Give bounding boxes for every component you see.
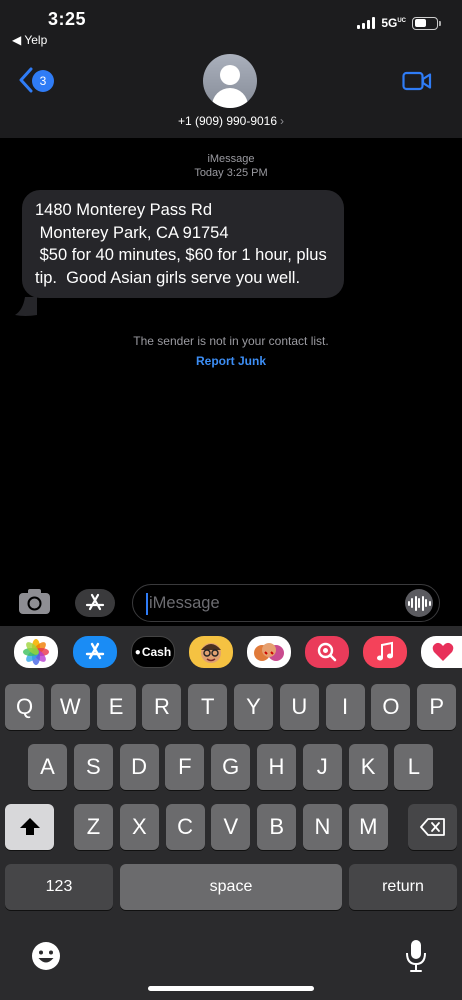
contact-name[interactable]: +1 (909) 990-9016 › bbox=[0, 114, 462, 128]
key-y[interactable]: Y bbox=[234, 684, 273, 730]
key-e[interactable]: E bbox=[96, 684, 136, 730]
chevron-right-icon: › bbox=[280, 114, 285, 128]
key-c[interactable]: C bbox=[165, 804, 205, 850]
key-a[interactable]: A bbox=[28, 744, 67, 790]
memoji-app-icon[interactable] bbox=[189, 636, 233, 668]
emoji-button[interactable] bbox=[30, 940, 62, 977]
key-p[interactable]: P bbox=[417, 684, 457, 730]
keyboard: ● Cash Q W E R T Y U I O P A S D F G H J… bbox=[0, 626, 462, 1000]
shift-arrow-icon bbox=[19, 818, 40, 835]
numbers-key[interactable]: 123 bbox=[5, 864, 113, 910]
key-v[interactable]: V bbox=[211, 804, 251, 850]
music-app-icon[interactable] bbox=[363, 636, 407, 668]
back-to-app-link[interactable]: ◀ Yelp bbox=[12, 33, 47, 47]
shift-key[interactable] bbox=[5, 804, 54, 850]
network-type: 5GUC bbox=[381, 16, 406, 30]
unread-badge[interactable]: 3 bbox=[32, 70, 54, 92]
key-l[interactable]: L bbox=[394, 744, 434, 790]
camera-button[interactable] bbox=[16, 586, 54, 623]
photos-app-icon[interactable] bbox=[14, 636, 58, 668]
key-k[interactable]: K bbox=[348, 744, 388, 790]
digital-touch-app-icon[interactable] bbox=[421, 636, 462, 668]
home-indicator[interactable] bbox=[148, 986, 314, 991]
imessage-apps-row: ● Cash bbox=[0, 636, 462, 672]
key-b[interactable]: B bbox=[257, 804, 297, 850]
status-time: 3:25 bbox=[48, 9, 87, 29]
key-q[interactable]: Q bbox=[5, 684, 44, 730]
app-store-button[interactable] bbox=[75, 589, 115, 617]
bubble-tail bbox=[15, 297, 37, 316]
backspace-icon bbox=[419, 818, 445, 836]
key-u[interactable]: U bbox=[279, 684, 319, 730]
key-x[interactable]: X bbox=[119, 804, 159, 850]
audio-message-button[interactable] bbox=[405, 589, 433, 617]
service-label: iMessage bbox=[207, 153, 255, 165]
key-r[interactable]: R bbox=[142, 684, 182, 730]
status-indicators: 5GUC bbox=[357, 16, 441, 30]
message-input[interactable]: iMessage bbox=[132, 584, 440, 622]
key-s[interactable]: S bbox=[73, 744, 113, 790]
key-z[interactable]: Z bbox=[74, 804, 113, 850]
message-input-placeholder: iMessage bbox=[149, 594, 220, 612]
space-key[interactable]: space bbox=[120, 864, 342, 910]
key-o[interactable]: O bbox=[371, 684, 411, 730]
message-meta: iMessage Today 3:25 PM bbox=[0, 152, 462, 180]
key-w[interactable]: W bbox=[50, 684, 90, 730]
key-n[interactable]: N bbox=[303, 804, 342, 850]
cellular-signal-icon bbox=[357, 17, 376, 29]
apple-cash-app-icon[interactable]: ● Cash bbox=[131, 636, 175, 668]
key-t[interactable]: T bbox=[188, 684, 228, 730]
video-camera-icon bbox=[402, 71, 432, 91]
battery-icon bbox=[412, 16, 441, 30]
delete-key[interactable] bbox=[408, 804, 457, 850]
key-i[interactable]: I bbox=[325, 684, 365, 730]
camera-icon bbox=[19, 589, 50, 614]
text-caret bbox=[146, 593, 148, 615]
memoji-stickers-app-icon[interactable] bbox=[247, 636, 291, 668]
images-search-app-icon[interactable] bbox=[305, 636, 349, 668]
dictation-button[interactable] bbox=[404, 938, 428, 979]
app-store-icon bbox=[85, 593, 105, 611]
report-junk-link[interactable]: Report Junk bbox=[0, 354, 462, 368]
return-key[interactable]: return bbox=[349, 864, 457, 910]
emoji-icon bbox=[32, 942, 60, 970]
key-f[interactable]: F bbox=[165, 744, 205, 790]
message-timestamp: Today 3:25 PM bbox=[194, 167, 268, 179]
microphone-icon bbox=[406, 940, 426, 972]
conversation-header: 3:25 ◀ Yelp 5GUC 3 +1 (909) 990-9016 › bbox=[0, 0, 462, 138]
contact-avatar[interactable] bbox=[203, 54, 257, 108]
facetime-video-button[interactable] bbox=[402, 70, 432, 97]
key-m[interactable]: M bbox=[348, 804, 388, 850]
key-h[interactable]: H bbox=[257, 744, 296, 790]
unknown-sender-note: The sender is not in your contact list. bbox=[133, 334, 329, 348]
key-j[interactable]: J bbox=[302, 744, 342, 790]
app-store-app-icon[interactable] bbox=[73, 636, 117, 668]
key-g[interactable]: G bbox=[211, 744, 251, 790]
contact-number: +1 (909) 990-9016 bbox=[177, 114, 278, 128]
key-d[interactable]: D bbox=[119, 744, 159, 790]
incoming-message-bubble[interactable]: 1480 Monterey Pass Rd Monterey Park, CA … bbox=[22, 190, 344, 298]
